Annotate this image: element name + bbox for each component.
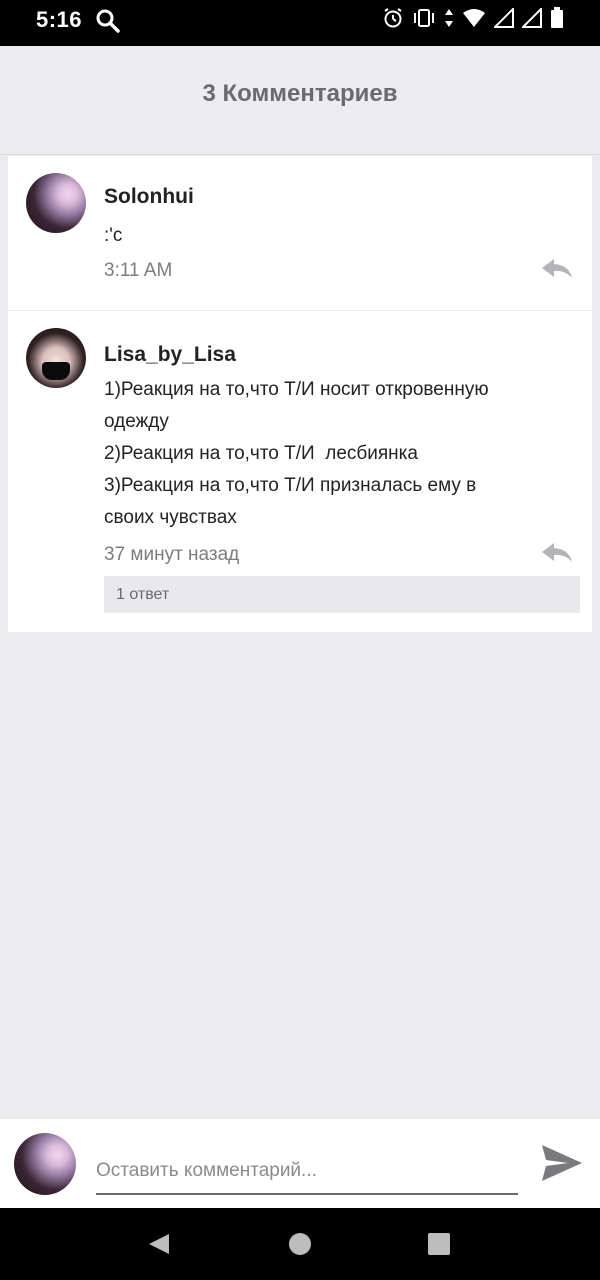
comment-username[interactable]: Lisa_by_Lisa <box>104 343 236 367</box>
reply-icon[interactable] <box>540 258 574 280</box>
reply-icon[interactable] <box>540 542 574 564</box>
avatar <box>14 1133 76 1195</box>
comment-text: 1)Реакция на то,что Т/И носит откровенну… <box>104 374 574 534</box>
back-icon[interactable] <box>147 1232 171 1256</box>
replies-count: 1 ответ <box>116 586 170 603</box>
battery-icon <box>551 7 563 28</box>
recent-apps-icon[interactable] <box>427 1232 451 1256</box>
vibrate-icon <box>414 9 434 27</box>
comment-username[interactable]: Solonhui <box>104 185 194 209</box>
comment-timestamp: 3:11 AM <box>104 260 173 281</box>
comment-text: :'c <box>104 220 122 252</box>
alarm-icon <box>384 8 402 28</box>
comment-item: Lisa_by_Lisa 1)Реакция на то,что Т/И нос… <box>8 311 592 632</box>
data-arrows-icon <box>445 9 453 27</box>
status-icons <box>382 7 564 29</box>
system-nav-bar <box>0 1208 600 1280</box>
comment-text-line: 3)Реакция на то,что Т/И призналась ему в <box>104 475 477 496</box>
status-bar: 5:16 <box>0 0 600 46</box>
avatar[interactable] <box>26 173 86 233</box>
comment-text-line: одежду <box>104 411 169 432</box>
comment-text-line: 2)Реакция на то,что Т/И лесбиянка <box>104 443 418 464</box>
home-icon[interactable] <box>288 1232 312 1256</box>
comment-text-line: своих чувствах <box>104 507 237 528</box>
comment-text-line: :'c <box>104 225 123 246</box>
comment-text-line: 1)Реакция на то,что Т/И носит откровенну… <box>104 379 489 400</box>
comment-input[interactable] <box>96 1149 518 1195</box>
page-title: 3 Комментариев <box>202 80 398 107</box>
comment-composer <box>0 1119 600 1208</box>
signal-icon <box>494 8 514 28</box>
wifi-icon <box>463 9 485 27</box>
signal-icon <box>522 8 542 28</box>
status-time: 5:16 <box>36 7 83 32</box>
search-icon <box>96 9 120 33</box>
comments-screen: 5:16 3 Комментариев Solonhui:'c 3:11 AM… <box>0 0 600 1280</box>
comment-item: Solonhui :'c 3:11 AM <box>8 156 592 310</box>
send-icon[interactable] <box>540 1141 584 1185</box>
comment-timestamp: 37 минут назад <box>104 544 240 565</box>
avatar[interactable] <box>26 328 86 388</box>
view-replies-button[interactable]: 1 ответ <box>104 576 580 613</box>
comments-header: 3 Комментариев <box>0 46 600 155</box>
